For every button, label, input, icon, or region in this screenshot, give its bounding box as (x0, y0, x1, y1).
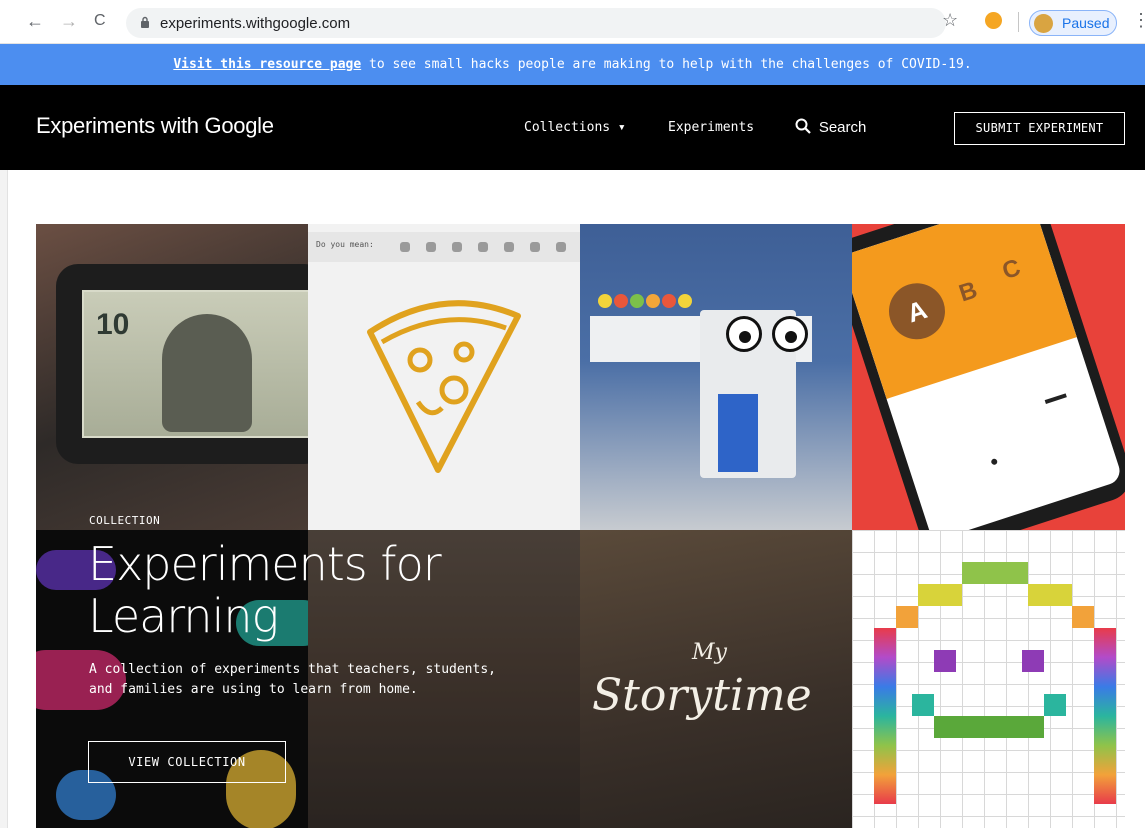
reload-icon[interactable]: C (94, 10, 106, 32)
tile-pixel-experiment[interactable] (852, 530, 1125, 828)
pupil (739, 331, 751, 343)
storytime-logo: Storytime (592, 670, 812, 721)
site-header: Experiments with Google Collections ▾ Ex… (0, 85, 1145, 170)
site-logo[interactable]: Experiments with Google (36, 113, 274, 139)
pixel-block (912, 694, 934, 716)
pixel-block (962, 562, 1028, 584)
page-edge (0, 170, 8, 828)
nav-experiments[interactable]: Experiments (668, 120, 754, 135)
tile-autodraw-experiment[interactable]: Do you mean: (308, 224, 580, 530)
toolbar-divider (1018, 12, 1019, 32)
pupil (785, 331, 797, 343)
portrait-image (162, 314, 252, 432)
resource-page-link[interactable]: Visit this resource page (173, 57, 361, 72)
avatar (1034, 14, 1053, 33)
pixel-block (1028, 584, 1072, 606)
covid-banner: Visit this resource page to see small ha… (0, 44, 1145, 85)
candy-image (630, 294, 644, 308)
phone-screen-image: A B C (852, 224, 1124, 530)
pixel-block (1044, 694, 1066, 716)
pixel-mouth (934, 716, 1044, 738)
suggestion-icon (452, 242, 462, 252)
bill-denomination-image: 10 (96, 308, 130, 341)
pizza-icon (367, 300, 521, 473)
forward-arrow-icon[interactable]: → (60, 10, 78, 32)
candy-image (614, 294, 628, 308)
search-label: Search (818, 119, 867, 136)
nav-search[interactable]: Search (795, 118, 866, 136)
back-arrow-icon[interactable]: ← (26, 10, 44, 32)
profile-status: Paused (1062, 15, 1110, 31)
letter-a-image: A (881, 275, 953, 347)
tile-money-experiment[interactable]: 10 (36, 224, 308, 530)
morse-dash-image (1044, 393, 1067, 404)
candy-image (662, 294, 676, 308)
lock-icon (141, 16, 149, 28)
candy-image (646, 294, 660, 308)
banknote-image: 10 (82, 290, 308, 438)
pixel-block (896, 606, 918, 628)
profile-button[interactable]: Paused (1029, 10, 1117, 36)
pixel-column (874, 628, 896, 804)
candy-image (598, 294, 612, 308)
suggestion-icon (426, 242, 436, 252)
search-icon (795, 118, 811, 134)
autodraw-toolbar: Do you mean: (308, 232, 580, 262)
autodraw-prompt: Do you mean: (316, 240, 374, 249)
morse-dot-image (990, 457, 999, 466)
tile-robot-experiment[interactable] (580, 224, 852, 530)
pixel-block (1072, 606, 1094, 628)
collection-description: A collection of experiments that teacher… (89, 662, 496, 697)
more-menu-icon[interactable]: ⋮ (1132, 10, 1145, 31)
tile-abc-experiment[interactable]: A B C (852, 224, 1125, 530)
nav-collections[interactable]: Collections ▾ (524, 120, 626, 135)
suggestion-icon (556, 242, 566, 252)
collection-label: COLLECTION (89, 514, 161, 527)
pixel-eye (934, 650, 956, 672)
googly-eye-image (772, 316, 808, 352)
suggestion-icon (400, 242, 410, 252)
letter-b-image: B (955, 276, 981, 308)
pixel-eye (1022, 650, 1044, 672)
suggestion-icon (530, 242, 540, 252)
url-text: experiments.withgoogle.com (160, 15, 351, 32)
storytime-my: My (692, 640, 727, 665)
googly-eye-image (726, 316, 762, 352)
suggestion-icon (478, 242, 488, 252)
phone-image: A B C (852, 224, 1125, 530)
submit-experiment-button[interactable]: SUBMIT EXPERIMENT (954, 112, 1125, 145)
candy-image (678, 294, 692, 308)
extension-icon[interactable] (985, 12, 1002, 29)
address-bar[interactable]: experiments.withgoogle.com (126, 8, 946, 38)
tile-storytime-experiment[interactable]: My Storytime (580, 530, 852, 828)
collection-title: Experiments for Learning (88, 537, 442, 643)
view-collection-button[interactable]: VIEW COLLECTION (88, 741, 286, 783)
orange-panel: A B C (852, 224, 1077, 399)
servo-image (718, 394, 758, 472)
bookmark-star-icon[interactable]: ☆ (942, 10, 958, 31)
banner-text: to see small hacks people are making to … (361, 57, 972, 72)
suggestion-icon (504, 242, 514, 252)
pixel-block (918, 584, 962, 606)
browser-toolbar: ← → C experiments.withgoogle.com ☆ Pause… (0, 0, 1145, 44)
pixel-column (1094, 628, 1116, 804)
letter-c-image: C (998, 254, 1024, 286)
